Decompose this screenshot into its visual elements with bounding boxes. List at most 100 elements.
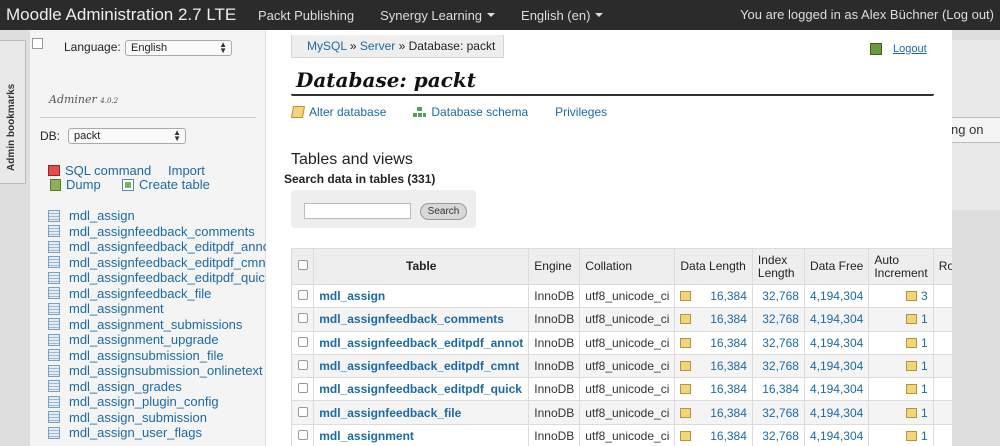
- db-select[interactable]: packt ▲ ▼: [68, 128, 186, 144]
- header-rows[interactable]: Ro: [932, 248, 952, 285]
- cell-table-name[interactable]: mdl_assignfeedback_editpdf_cmnt: [313, 353, 530, 379]
- sidebar-table-item[interactable]: mdl_assignfeedback_comments: [48, 224, 266, 240]
- privileges-link[interactable]: Privileges: [555, 105, 607, 119]
- nav-item-packt[interactable]: Packt Publishing: [258, 8, 354, 23]
- sql-command-link[interactable]: SQL command: [48, 163, 151, 178]
- language-select[interactable]: English ▲ ▼: [125, 40, 232, 56]
- cell-index-length[interactable]: 32,768: [751, 330, 805, 355]
- cell-index-length[interactable]: 32,768: [751, 400, 805, 425]
- header-auto-increment-1: Auto: [874, 252, 900, 267]
- cell-data-free[interactable]: 4,194,304: [803, 377, 870, 402]
- import-link[interactable]: Import: [168, 163, 205, 178]
- sidebar-table-item[interactable]: mdl_assignfeedback_editpdf_quic: [48, 270, 266, 286]
- alter-database-link[interactable]: Alter database: [290, 105, 386, 119]
- header-engine[interactable]: Engine: [528, 248, 581, 285]
- create-table-link[interactable]: Create table: [122, 177, 210, 192]
- sidebar-table-item[interactable]: mdl_assign: [48, 208, 266, 224]
- row-checkbox[interactable]: [297, 429, 308, 440]
- site-brand[interactable]: Moodle Administration 2.7 LTE: [0, 5, 258, 25]
- cell-index-length[interactable]: 32,768: [751, 283, 805, 309]
- row-checkbox[interactable]: [297, 360, 308, 371]
- cell-table-name[interactable]: mdl_assign: [313, 283, 530, 309]
- nav-item-synergy[interactable]: Synergy Learning: [380, 8, 496, 23]
- cell-data-length[interactable]: 16,384: [674, 377, 753, 402]
- cell-table-name[interactable]: mdl_assignfeedback_comments: [313, 307, 530, 332]
- nav-item-language[interactable]: English (en): [521, 8, 604, 23]
- nav-item-label: Packt Publishing: [258, 7, 355, 23]
- sidebar-table-name: mdl_assign_user_flags: [69, 425, 202, 441]
- breadcrumb-mysql[interactable]: MySQL: [307, 39, 347, 53]
- header-index-length[interactable]: Index Length: [751, 248, 805, 285]
- cell-index-length[interactable]: 32,768: [751, 353, 805, 379]
- sidebar-table-item[interactable]: mdl_assign_grades: [48, 379, 266, 395]
- cell-auto-increment[interactable]: 1: [868, 307, 934, 332]
- cell-data-free[interactable]: 4,194,304: [803, 283, 870, 309]
- cell-data-length[interactable]: 16,384: [674, 283, 753, 309]
- cell-data-free[interactable]: 4,194,304: [803, 353, 870, 379]
- row-checkbox[interactable]: [297, 290, 308, 301]
- sidebar-table-name: mdl_assignfeedback_editpdf_quic: [69, 270, 265, 286]
- cell-auto-increment[interactable]: 1: [868, 423, 934, 446]
- search-input[interactable]: [304, 203, 411, 219]
- cell-auto-increment[interactable]: 1: [868, 330, 934, 355]
- sidebar-table-item[interactable]: mdl_assignfeedback_editpdf_cmn: [48, 255, 266, 271]
- cell-data-free[interactable]: 4,194,304: [803, 423, 870, 446]
- cell-data-free[interactable]: 4,194,304: [803, 330, 870, 355]
- cell-data-free[interactable]: 4,194,304: [803, 307, 870, 332]
- table-icon: [48, 395, 60, 408]
- data-length-value: 16,384: [710, 359, 747, 374]
- select-all-checkbox[interactable]: [297, 260, 308, 270]
- sidebar-table-item[interactable]: mdl_assignsubmission_onlinetext: [48, 363, 266, 379]
- dump-link[interactable]: Dump: [50, 177, 101, 192]
- header-collation[interactable]: Collation: [579, 248, 676, 285]
- sidebar-table-item[interactable]: mdl_assignfeedback_file: [48, 286, 266, 302]
- login-info[interactable]: You are logged in as Alex Büchner (Log o…: [740, 7, 994, 22]
- table-icon: [48, 256, 60, 269]
- cell-index-length[interactable]: 32,768: [751, 423, 805, 446]
- cell-data-length[interactable]: 16,384: [674, 400, 753, 425]
- adminer-logo[interactable]: Adminer 4.0.2: [49, 93, 118, 106]
- sidebar-table-item[interactable]: mdl_assignsubmission_file: [48, 348, 266, 364]
- cell-data-length[interactable]: 16,384: [674, 353, 753, 379]
- sidebar-table-item[interactable]: mdl_assign_user_flags: [48, 425, 266, 441]
- row-checkbox[interactable]: [297, 336, 308, 347]
- search-button[interactable]: Search: [420, 203, 467, 220]
- header-table[interactable]: Table: [313, 248, 530, 285]
- cell-table-name[interactable]: mdl_assignfeedback_editpdf_annot: [313, 330, 530, 355]
- cell-index-length[interactable]: 16,384: [751, 377, 805, 402]
- cell-auto-increment[interactable]: 3: [868, 283, 934, 309]
- background-button[interactable]: ng on: [944, 117, 1000, 143]
- edit-icon: [906, 407, 917, 418]
- cell-auto-increment[interactable]: 1: [868, 400, 934, 425]
- cell-data-length[interactable]: 16,384: [674, 307, 753, 332]
- sidebar-table-item[interactable]: mdl_assign_plugin_config: [48, 394, 266, 410]
- row-checkbox[interactable]: [297, 406, 308, 417]
- corner-checkbox[interactable]: [32, 38, 43, 49]
- sidebar-table-item[interactable]: mdl_assignment: [48, 301, 266, 317]
- cell-auto-increment[interactable]: 1: [868, 353, 934, 379]
- cell-table-name[interactable]: mdl_assignfeedback_file: [313, 400, 530, 425]
- cell-data-length[interactable]: 16,384: [674, 330, 753, 355]
- cell-index-length[interactable]: 32,768: [751, 307, 805, 332]
- sidebar-table-item[interactable]: mdl_assignfeedback_editpdf_anno: [48, 239, 266, 255]
- header-data-free[interactable]: Data Free: [803, 248, 870, 285]
- row-checkbox[interactable]: [297, 313, 308, 324]
- logout-link[interactable]: Logout: [870, 43, 927, 55]
- table-icon: [48, 349, 60, 362]
- cell-auto-increment[interactable]: 1: [868, 377, 934, 402]
- breadcrumb-server[interactable]: Server: [360, 39, 395, 53]
- cell-table-name[interactable]: mdl_assignfeedback_editpdf_quick: [313, 377, 530, 402]
- header-auto-increment[interactable]: Auto Increment: [868, 248, 934, 285]
- sidebar-table-item[interactable]: mdl_assignment_upgrade: [48, 332, 266, 348]
- sidebar-table-item[interactable]: mdl_assignment_submissions: [48, 317, 266, 333]
- database-schema-link[interactable]: Database schema: [413, 105, 528, 119]
- admin-bookmarks-tab[interactable]: Admin bookmarks: [0, 40, 26, 184]
- header-data-length[interactable]: Data Length: [674, 248, 753, 285]
- cell-rows: [932, 353, 952, 379]
- cell-data-length[interactable]: 16,384: [674, 423, 753, 446]
- cell-table-name[interactable]: mdl_assignment: [313, 423, 530, 446]
- sidebar-table-item[interactable]: mdl_assign_submission: [48, 410, 266, 426]
- cell-data-free[interactable]: 4,194,304: [803, 400, 870, 425]
- edit-icon: [906, 384, 917, 395]
- row-checkbox[interactable]: [297, 383, 308, 394]
